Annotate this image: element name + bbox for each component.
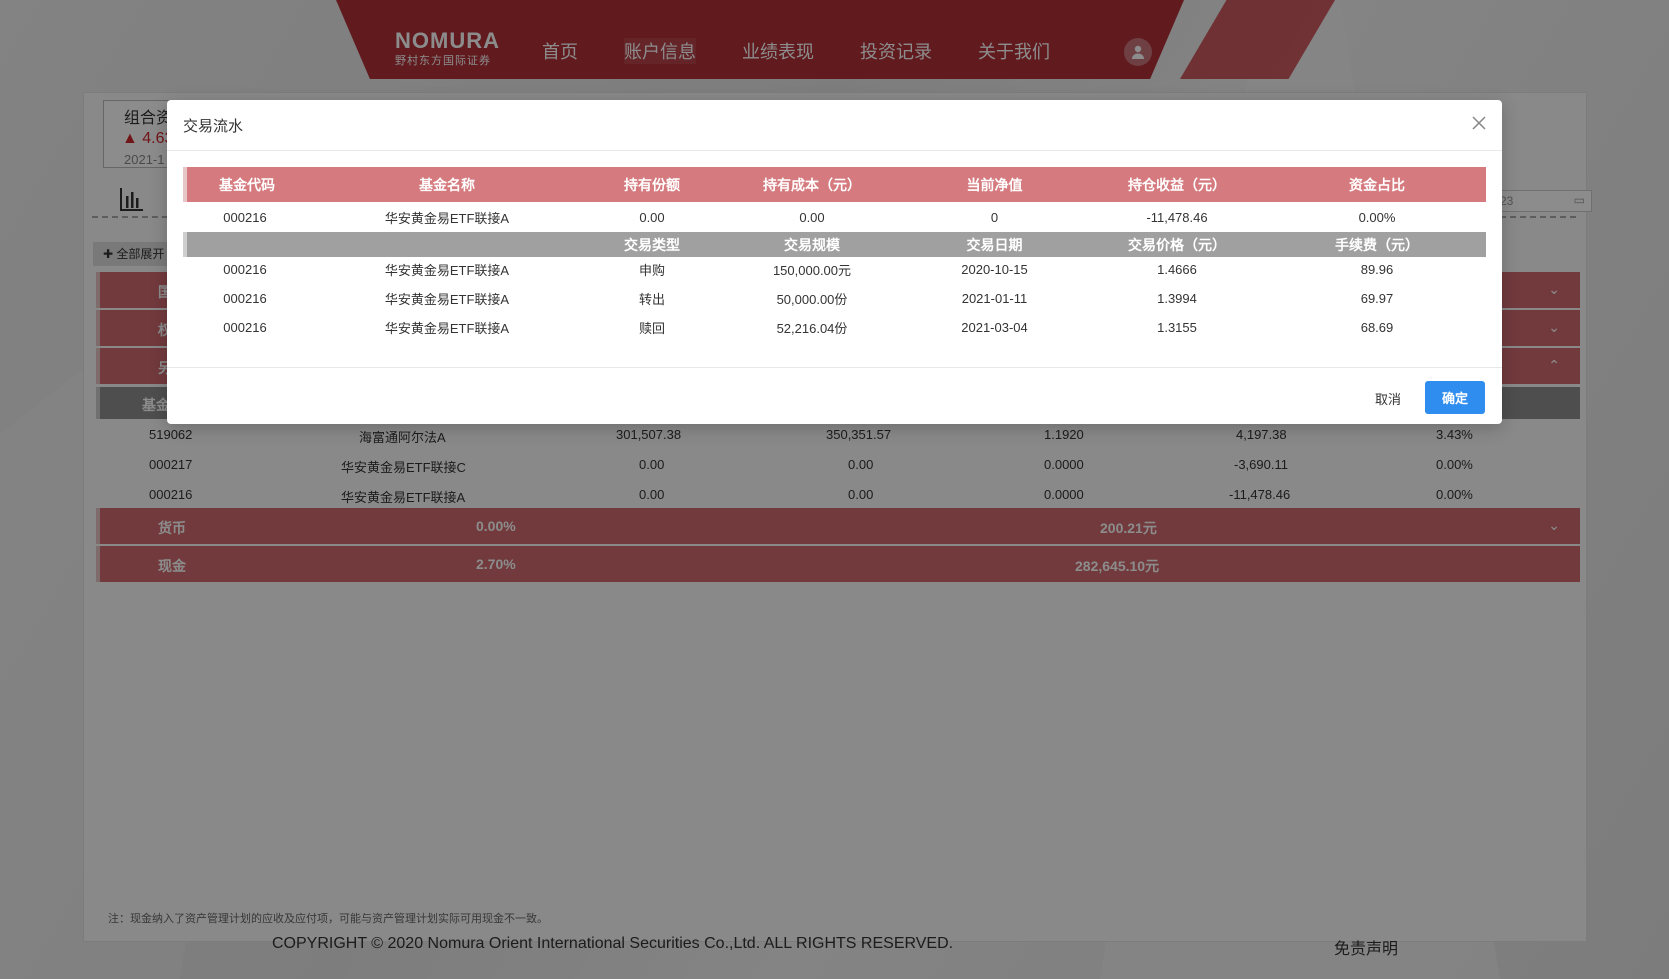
col-holding-shares: 持有份额 bbox=[624, 176, 680, 193]
holding-shares: 0.00 bbox=[639, 209, 665, 225]
cancel-button[interactable]: 取消 bbox=[1360, 382, 1416, 414]
modal-footer: 取消 确定 bbox=[167, 367, 1502, 425]
col-transaction-price: 交易价格（元） bbox=[1128, 236, 1226, 253]
transaction-grid: 基金代码 基金名称 持有份额 持有成本（元） 当前净值 持仓收益（元） 资金占比… bbox=[183, 167, 1486, 342]
col-holding-cost: 持有成本（元） bbox=[763, 176, 861, 193]
transaction-size: 52,216.04份 bbox=[776, 321, 848, 336]
col-current-nav: 当前净值 bbox=[966, 176, 1023, 193]
transaction-type: 转出 bbox=[638, 292, 665, 307]
col-transaction-type: 交易类型 bbox=[624, 236, 680, 253]
fund-ratio: 0.00% bbox=[1358, 209, 1396, 225]
fund-name: 华安黄金易ETF联接A bbox=[384, 292, 510, 307]
fund-name: 华安黄金易ETF联接A bbox=[384, 263, 510, 278]
holding-cost: 0.00 bbox=[799, 209, 825, 225]
holding-row[interactable]: 000216 华安黄金易ETF联接A 0.00 0.00 0 -11,478.4… bbox=[183, 202, 1486, 232]
modal-header: 交易流水 bbox=[167, 100, 1502, 151]
transaction-header-row: 交易类型 交易规模 交易日期 交易价格（元） 手续费（元） bbox=[183, 232, 1486, 257]
close-icon[interactable] bbox=[1470, 114, 1488, 132]
fund-name: 华安黄金易ETF联接A bbox=[384, 210, 510, 226]
transaction-size: 150,000.00元 bbox=[772, 263, 852, 278]
transaction-price: 1.3994 bbox=[1157, 291, 1197, 306]
transaction-type: 赎回 bbox=[638, 321, 665, 336]
transaction-flow-modal: 交易流水 基金代码 基金名称 持有份额 持有成本（元） 当前净值 持仓收益（元）… bbox=[167, 100, 1502, 424]
transaction-fee: 68.69 bbox=[1360, 320, 1394, 335]
holding-profit: -11,478.46 bbox=[1146, 209, 1208, 225]
transaction-row[interactable]: 000216 华安黄金易ETF联接A 赎回 52,216.04份 2021-03… bbox=[183, 313, 1486, 342]
col-fund-ratio: 资金占比 bbox=[1349, 176, 1405, 193]
col-fund-code: 基金代码 bbox=[219, 176, 275, 193]
transaction-date: 2021-03-04 bbox=[961, 320, 1028, 335]
transaction-date: 2021-01-11 bbox=[961, 291, 1028, 306]
confirm-button[interactable]: 确定 bbox=[1425, 381, 1485, 414]
col-fee: 手续费（元） bbox=[1335, 236, 1419, 253]
transaction-price: 1.3155 bbox=[1157, 320, 1197, 335]
transaction-price: 1.4666 bbox=[1157, 262, 1197, 277]
transaction-size: 50,000.00份 bbox=[776, 292, 848, 307]
transaction-fee: 89.96 bbox=[1360, 262, 1394, 277]
col-transaction-size: 交易规模 bbox=[784, 236, 840, 253]
transaction-row[interactable]: 000216 华安黄金易ETF联接A 申购 150,000.00元 2020-1… bbox=[183, 255, 1486, 284]
fund-code: 000216 bbox=[223, 320, 267, 335]
modal-title: 交易流水 bbox=[183, 118, 244, 135]
transaction-row[interactable]: 000216 华安黄金易ETF联接A 转出 50,000.00份 2021-01… bbox=[183, 284, 1486, 313]
holding-header-row: 基金代码 基金名称 持有份额 持有成本（元） 当前净值 持仓收益（元） 资金占比 bbox=[183, 167, 1486, 202]
fund-name: 华安黄金易ETF联接A bbox=[384, 321, 510, 336]
col-fund-name: 基金名称 bbox=[419, 176, 475, 193]
col-holding-profit: 持仓收益（元） bbox=[1128, 176, 1226, 193]
transaction-date: 2020-10-15 bbox=[961, 262, 1028, 277]
fund-code: 000216 bbox=[223, 262, 267, 277]
fund-code: 000216 bbox=[223, 291, 267, 306]
transaction-fee: 69.97 bbox=[1360, 291, 1394, 306]
transaction-type: 申购 bbox=[638, 263, 665, 278]
current-nav: 0 bbox=[990, 209, 999, 225]
fund-code: 000216 bbox=[223, 209, 267, 225]
col-transaction-date: 交易日期 bbox=[966, 236, 1023, 253]
